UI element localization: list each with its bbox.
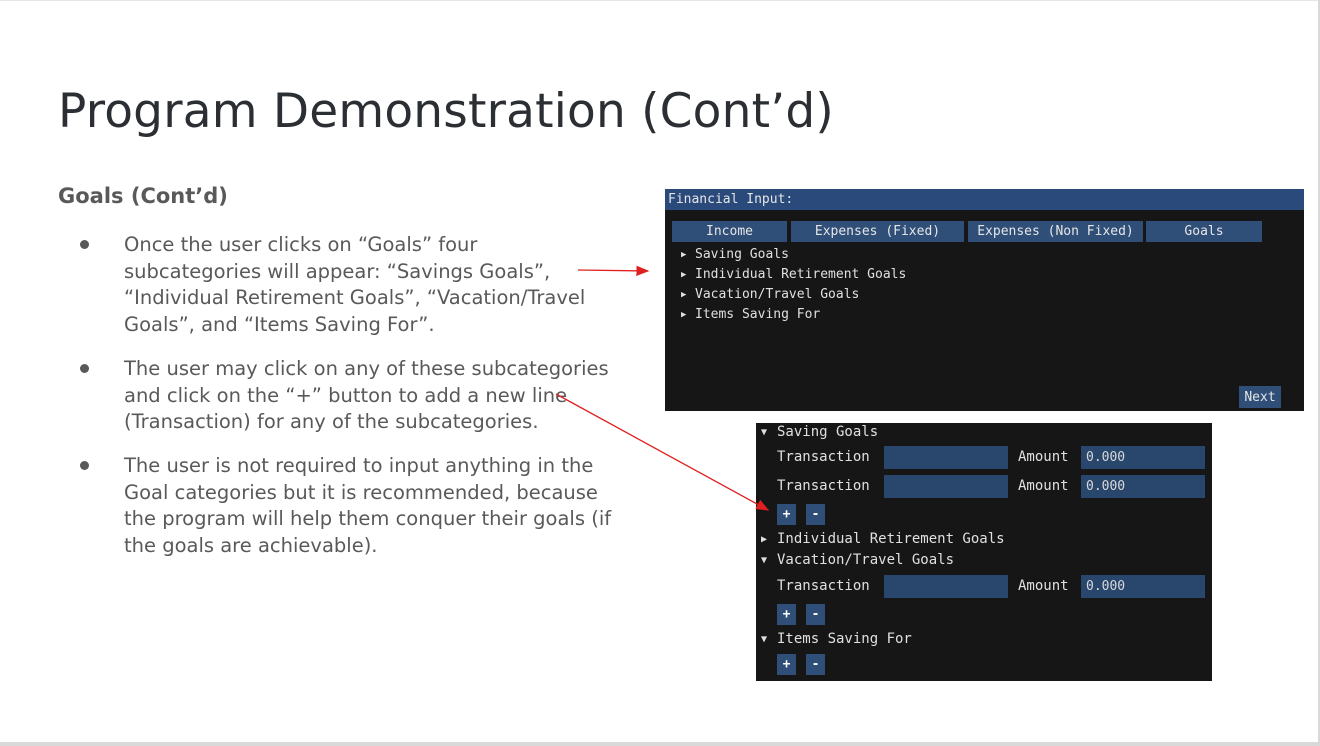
annotation-arrows bbox=[555, 265, 770, 511]
arrow-to-add-button-icon bbox=[555, 393, 770, 511]
arrow-to-subcategories-icon bbox=[577, 265, 650, 277]
